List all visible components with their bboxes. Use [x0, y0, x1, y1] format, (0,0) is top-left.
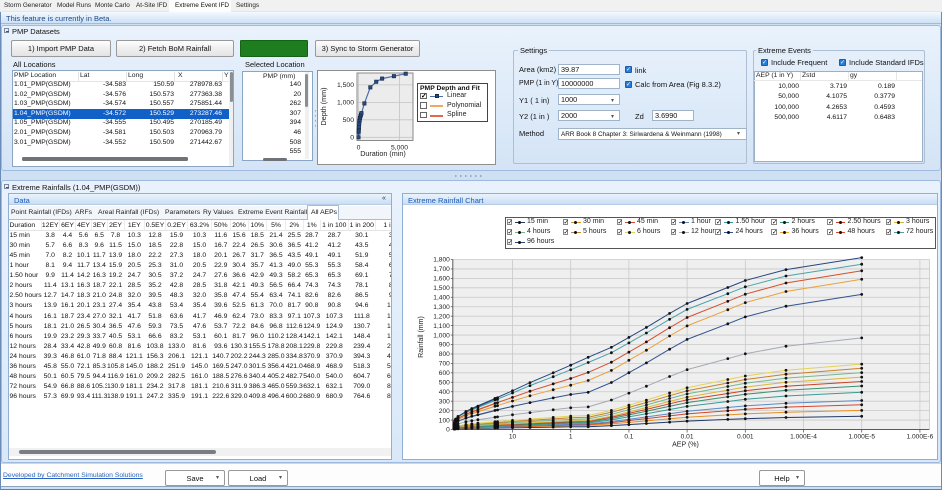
svg-text:1,300: 1,300 — [433, 304, 450, 311]
svg-text:1,700: 1,700 — [433, 266, 450, 273]
svg-text:1,200: 1,200 — [433, 313, 450, 320]
svg-text:1,100: 1,100 — [433, 323, 450, 330]
svg-text:100: 100 — [439, 417, 450, 424]
svg-text:1.000E-4: 1.000E-4 — [790, 434, 817, 441]
svg-text:500: 500 — [343, 117, 355, 124]
svg-text:1: 1 — [569, 434, 573, 441]
svg-text:Rainfall (mm): Rainfall (mm) — [418, 316, 425, 358]
svg-text:1,400: 1,400 — [433, 294, 450, 301]
svg-text:400: 400 — [439, 389, 450, 396]
svg-text:1.000E-6: 1.000E-6 — [907, 434, 934, 441]
svg-text:10: 10 — [509, 434, 517, 441]
svg-text:1,600: 1,600 — [433, 276, 450, 283]
svg-text:200: 200 — [439, 408, 450, 415]
svg-text:700: 700 — [439, 361, 450, 368]
svg-text:900: 900 — [439, 342, 450, 349]
svg-text:0: 0 — [446, 427, 450, 434]
svg-text:AEP (%): AEP (%) — [672, 442, 699, 449]
svg-text:Depth (mm): Depth (mm) — [319, 87, 328, 125]
svg-text:1,500: 1,500 — [337, 82, 354, 89]
svg-text:0.1: 0.1 — [624, 434, 633, 441]
svg-text:1,800: 1,800 — [433, 257, 450, 264]
svg-text:0.01: 0.01 — [681, 434, 694, 441]
svg-text:500: 500 — [439, 379, 450, 386]
svg-text:1,000: 1,000 — [337, 99, 354, 106]
svg-text:1,000: 1,000 — [433, 332, 450, 339]
svg-text:600: 600 — [439, 370, 450, 377]
svg-text:1,500: 1,500 — [433, 285, 450, 292]
svg-text:800: 800 — [439, 351, 450, 358]
svg-text:1.000E-5: 1.000E-5 — [848, 434, 875, 441]
svg-text:0.001: 0.001 — [737, 434, 754, 441]
svg-text:Duration (min): Duration (min) — [360, 149, 406, 158]
svg-text:300: 300 — [439, 398, 450, 405]
svg-text:0: 0 — [350, 134, 354, 141]
